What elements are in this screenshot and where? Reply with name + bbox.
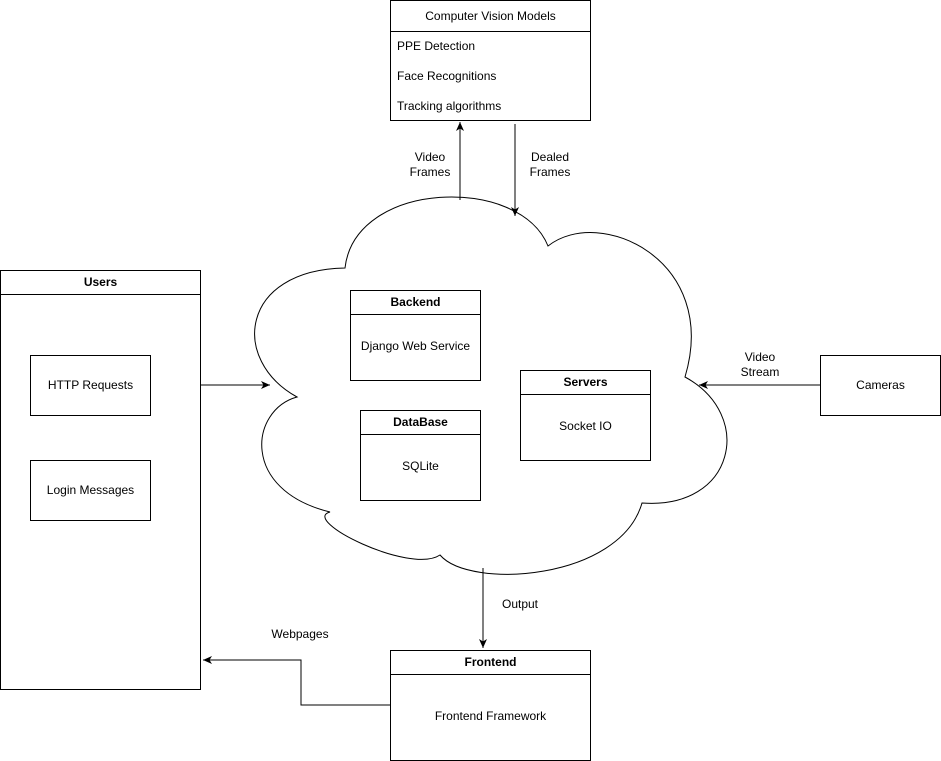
cv-item-tracking: Tracking algorithms xyxy=(397,99,502,113)
cameras-label: Cameras xyxy=(856,378,905,392)
edge-label-line: Stream xyxy=(740,365,780,379)
users-title: Users xyxy=(1,271,200,295)
edge-label-video-frames: Video Frames xyxy=(400,150,460,180)
cameras-box: Cameras xyxy=(820,355,941,416)
servers-content: Socket IO xyxy=(559,419,612,433)
database-box: DataBase SQLite xyxy=(360,410,481,501)
backend-box: Backend Django Web Service xyxy=(350,290,481,381)
login-messages-box: Login Messages xyxy=(30,460,151,521)
arrow-webpages xyxy=(203,656,390,706)
backend-content: Django Web Service xyxy=(360,339,471,353)
frontend-box: Frontend Frontend Framework xyxy=(390,650,591,761)
edge-label-line: Dealed xyxy=(530,150,570,164)
cv-item-ppe: PPE Detection xyxy=(397,39,476,53)
edge-label-dealed-frames: Dealed Frames xyxy=(520,150,580,180)
edge-label-output: Output xyxy=(501,597,539,611)
edge-label-line: Frames xyxy=(409,165,451,179)
cv-item-face: Face Recognitions xyxy=(397,69,497,83)
edge-label-webpages: Webpages xyxy=(271,627,329,641)
http-requests-label: HTTP Requests xyxy=(47,378,134,392)
edge-label-line: Frames xyxy=(529,165,571,179)
database-title: DataBase xyxy=(361,411,480,435)
frontend-content: Frontend Framework xyxy=(434,709,547,723)
http-requests-box: HTTP Requests xyxy=(30,355,151,416)
servers-box: Servers Socket IO xyxy=(520,370,651,461)
edge-label-line: Video xyxy=(744,350,776,364)
cloud-shape xyxy=(254,196,728,575)
edge-label-video-stream: Video Stream xyxy=(730,350,790,380)
cv-models-title: Computer Vision Models xyxy=(391,1,590,32)
backend-title: Backend xyxy=(351,291,480,315)
login-messages-label: Login Messages xyxy=(46,483,135,497)
cv-models-box: Computer Vision Models PPE Detection Fac… xyxy=(390,0,591,121)
edge-label-line: Video xyxy=(414,150,446,164)
database-content: SQLite xyxy=(402,459,439,473)
servers-title: Servers xyxy=(521,371,650,395)
frontend-title: Frontend xyxy=(391,651,590,675)
